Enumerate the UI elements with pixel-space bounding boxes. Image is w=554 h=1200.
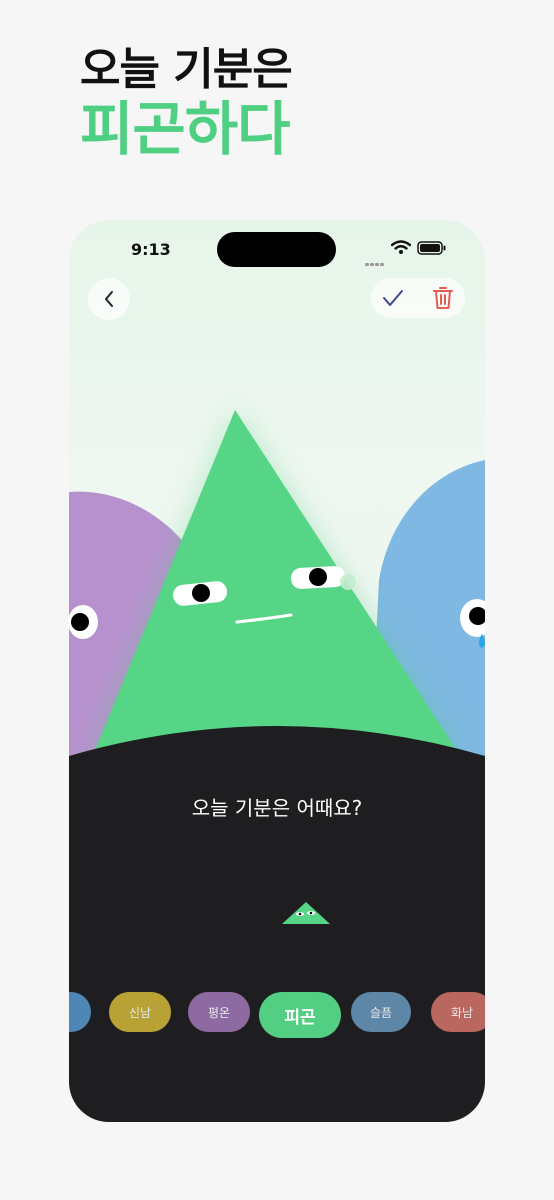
- back-button[interactable]: [88, 278, 130, 320]
- status-time: 9:13: [131, 240, 171, 259]
- signal-icon: [365, 251, 385, 270]
- check-icon: [383, 290, 403, 306]
- selected-mood-preview: [282, 902, 330, 924]
- mood-option-label: 신남: [128, 1005, 152, 1020]
- trash-icon: [433, 287, 453, 309]
- mood-option-label: 평온: [207, 1005, 231, 1020]
- mood-option-label: 화남: [450, 1005, 474, 1020]
- status-bar: 9:13: [69, 220, 485, 276]
- mood-option-angry[interactable]: 화남: [431, 992, 485, 1032]
- battery-icon: [417, 241, 446, 255]
- mood-option-label: 피곤: [284, 1007, 316, 1028]
- action-buttons: [371, 278, 465, 318]
- mood-option-calm[interactable]: 평온: [188, 992, 250, 1032]
- delete-button[interactable]: [429, 284, 457, 312]
- dynamic-island: [217, 232, 336, 267]
- headline: 오늘 기분은 피곤하다: [80, 44, 293, 163]
- mood-question: 오늘 기분은 어때요?: [191, 796, 363, 820]
- headline-mood: 피곤하다: [80, 95, 290, 163]
- headline-line1: 오늘 기분은: [80, 44, 293, 95]
- confirm-button[interactable]: [379, 284, 407, 312]
- chevron-left-icon: [105, 291, 113, 307]
- phone-mockup: 9:13 오늘 기분은 어때요? 신남 평온 피곤 슬픔 화남: [69, 220, 485, 1122]
- purple-character-pupil: [71, 613, 89, 631]
- mood-option-label: 슬픔: [369, 1005, 393, 1020]
- green-character-sweat-drop: [340, 574, 356, 590]
- mood-option-excited[interactable]: 신남: [109, 992, 171, 1032]
- bottom-panel: [69, 726, 485, 1122]
- mood-option-sad[interactable]: 슬픔: [351, 992, 411, 1032]
- green-character-left-pupil: [192, 584, 210, 602]
- wifi-icon: [391, 240, 411, 254]
- mood-option-tired[interactable]: 피곤: [259, 992, 341, 1038]
- green-character-right-pupil: [309, 568, 327, 586]
- mood-scene: [69, 410, 485, 1122]
